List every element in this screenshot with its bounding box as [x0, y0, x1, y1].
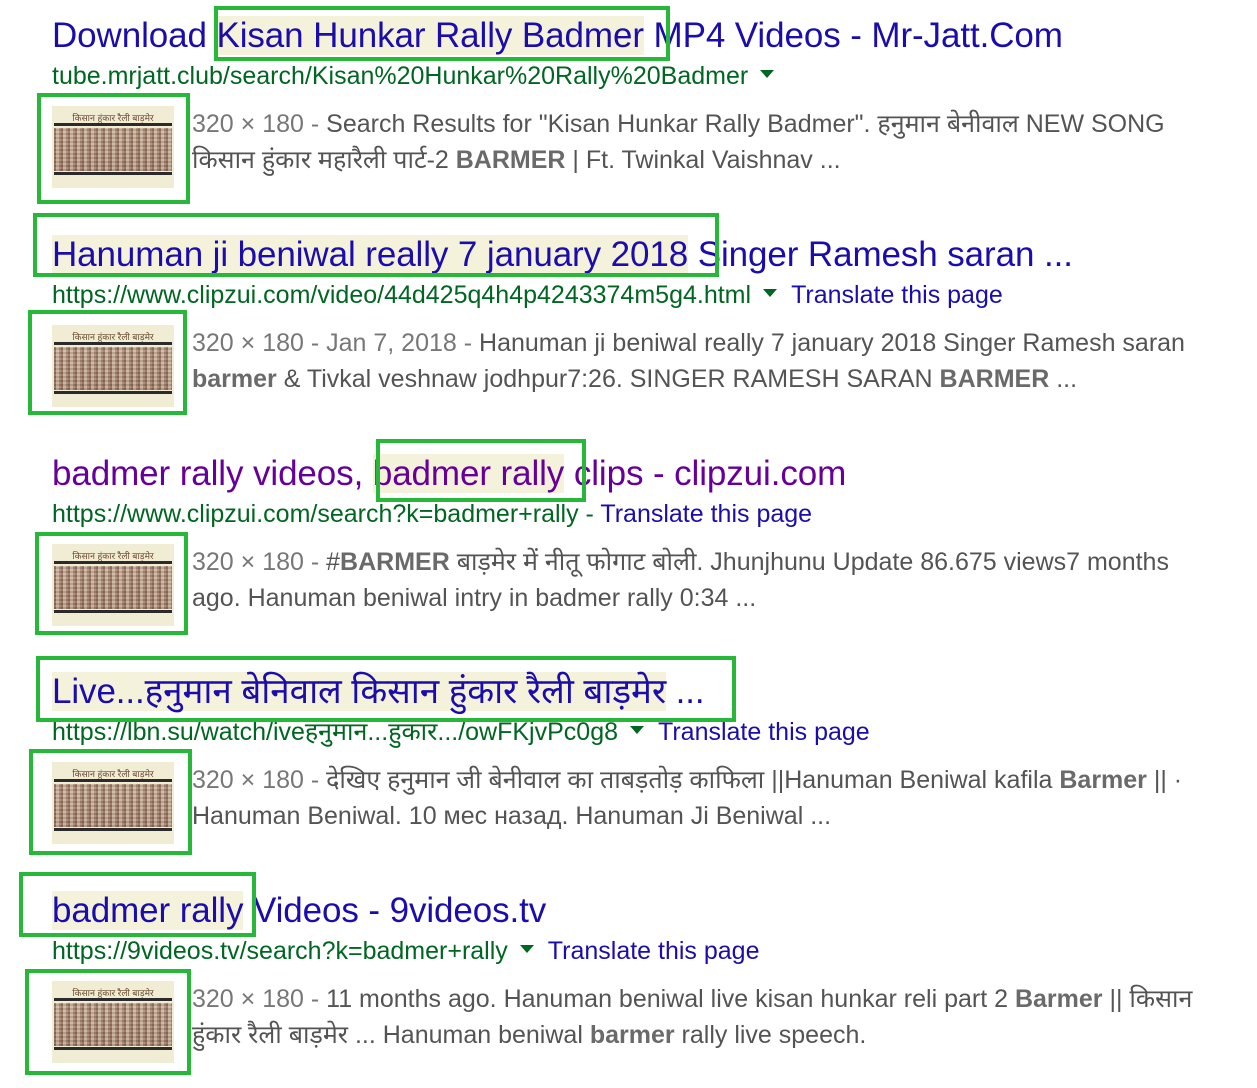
- snippet-text: Hanuman ji beniwal really 7 january 2018…: [479, 329, 1185, 357]
- snippet-text: ago. Hanuman beniwal intry in badmer ral…: [192, 584, 757, 612]
- crowd-image: [54, 566, 172, 609]
- snippet-text: #: [326, 548, 341, 576]
- url-dropdown-caret-icon[interactable]: [760, 70, 775, 79]
- result-title-link[interactable]: Download Kisan Hunkar Rally Badmer MP4 V…: [52, 14, 1063, 58]
- result-url: https://www.clipzui.com/search?k=badmer+…: [52, 500, 579, 528]
- snippet-text: देखिए हनुमान जी बेनीवाल का ताबड़तोड़ काफ…: [326, 766, 1060, 794]
- result-url: tube.mrjatt.club/search/Kisan%20Hunkar%2…: [52, 62, 749, 90]
- result-url: https://www.clipzui.com/video/44d425q4h4…: [52, 281, 752, 309]
- result-url-line: https://9videos.tv/search?k=badmer+rally…: [52, 934, 760, 968]
- title-prefix: Download: [52, 16, 217, 55]
- result-url-line: https://lbn.su/watch/iveहनुमान...हुंकार.…: [52, 715, 870, 749]
- result-snippet: 320 × 180 - Search Results for "Kisan Hu…: [192, 106, 1257, 178]
- title-prefix: badmer rally videos,: [52, 454, 373, 493]
- translate-link[interactable]: Translate this page: [658, 718, 870, 746]
- result-snippet: 320 × 180 - देखिए हनुमान जी बेनीवाल का त…: [192, 762, 1257, 834]
- result-url-line: https://www.clipzui.com/video/44d425q4h4…: [52, 278, 1003, 312]
- snippet-bold: Barmer: [1059, 766, 1147, 794]
- result-url: https://9videos.tv/search?k=badmer+rally: [52, 937, 508, 965]
- url-separator: -: [578, 500, 601, 528]
- result-snippet: 320 × 180 - Jan 7, 2018 - Hanuman ji ben…: [192, 325, 1257, 397]
- video-thumbnail[interactable]: किसान हुंकार रैली बाड़मेर: [52, 106, 174, 188]
- snippet-bold: BARMER: [455, 146, 566, 174]
- url-dropdown-caret-icon[interactable]: [763, 289, 778, 298]
- title-suffix: Videos - 9videos.tv: [243, 891, 547, 930]
- result-url: https://lbn.su/watch/iveहनुमान...हुंकार.…: [52, 718, 618, 746]
- result-title-link[interactable]: Hanuman ji beniwal really 7 january 2018…: [52, 233, 1073, 277]
- snippet-text: हुंकार रैली बाड़मेर ... Hanuman beniwal: [192, 1021, 590, 1049]
- snippet-text: Hanuman Beniwal. 10 мес назад. Hanuman J…: [192, 802, 832, 830]
- video-thumbnail[interactable]: किसान हुंकार रैली बाड़मेर: [52, 762, 174, 844]
- translate-link[interactable]: Translate this page: [600, 500, 812, 528]
- title-highlight: Kisan Hunkar Rally Badmer: [216, 16, 644, 55]
- snippet-meta: 320 × 180 - Jan 7, 2018 -: [192, 329, 480, 357]
- snippet-meta: 320 × 180 -: [192, 110, 327, 138]
- title-suffix: MP4 Videos - Mr-Jatt.Com: [643, 16, 1063, 55]
- result-url-line: https://www.clipzui.com/search?k=badmer+…: [52, 497, 812, 531]
- result-title-link[interactable]: badmer rally videos, badmer rally clips …: [52, 452, 846, 496]
- crowd-image: [54, 784, 172, 827]
- title-highlight: Live...हनुमान बेनिवाल किसान हुंकार रैली …: [52, 672, 667, 711]
- result-url-line: tube.mrjatt.club/search/Kisan%20Hunkar%2…: [52, 59, 782, 93]
- result-title-link[interactable]: Live...हनुमान बेनिवाल किसान हुंकार रैली …: [52, 670, 705, 714]
- snippet-bold: BARMER: [939, 365, 1050, 393]
- snippet-meta: 320 × 180 -: [192, 985, 327, 1013]
- translate-link[interactable]: Translate this page: [791, 281, 1003, 309]
- video-thumbnail[interactable]: किसान हुंकार रैली बाड़मेर: [52, 981, 174, 1063]
- snippet-meta: 320 × 180 -: [192, 766, 327, 794]
- crowd-image: [54, 128, 172, 171]
- video-thumbnail[interactable]: किसान हुंकार रैली बाड़मेर: [52, 544, 174, 626]
- title-highlight: badmer rally: [372, 454, 565, 493]
- url-dropdown-caret-icon[interactable]: [519, 945, 534, 954]
- result-title-link[interactable]: badmer rally Videos - 9videos.tv: [52, 889, 546, 933]
- snippet-text: 11 months ago. Hanuman beniwal live kisa…: [326, 985, 1015, 1013]
- snippet-text: | Ft. Twinkal Vaishnav ...: [565, 146, 841, 174]
- snippet-bold: BARMER: [340, 548, 450, 576]
- snippet-text: || किसान: [1102, 985, 1193, 1013]
- snippet-text: & Tivkal veshnaw jodhpur7:26. SINGER RAM…: [276, 365, 940, 393]
- snippet-meta: 320 × 180 -: [192, 548, 327, 576]
- title-suffix: ...: [666, 672, 705, 711]
- snippet-text: || ·: [1146, 766, 1183, 794]
- snippet-text: ...: [1049, 365, 1078, 393]
- snippet-bold: barmer: [589, 1021, 675, 1049]
- translate-link[interactable]: Translate this page: [548, 937, 760, 965]
- url-dropdown-caret-icon[interactable]: [630, 726, 644, 735]
- title-suffix: Singer Ramesh saran ...: [688, 235, 1073, 274]
- snippet-text: Search Results for "Kisan Hunkar Rally B…: [326, 110, 1165, 138]
- snippet-text: किसान हुंकार महारैली पार्ट-2: [192, 146, 456, 174]
- title-highlight: Hanuman ji beniwal really 7 january 2018: [52, 235, 689, 274]
- title-highlight: badmer rally: [52, 891, 244, 930]
- title-suffix: clips - clipzui.com: [564, 454, 847, 493]
- snippet-text: rally live speech.: [674, 1021, 867, 1049]
- snippet-bold: Barmer: [1014, 985, 1103, 1013]
- result-snippet: 320 × 180 - #BARMER बाड़मेर में नीतू फोग…: [192, 544, 1257, 616]
- snippet-text: बाड़मेर में नीतू फोगाट बोली. Jhunjhunu U…: [449, 548, 1169, 576]
- snippet-bold: barmer: [192, 365, 277, 393]
- video-thumbnail[interactable]: किसान हुंकार रैली बाड़मेर: [52, 325, 174, 407]
- crowd-image: [54, 1003, 172, 1046]
- result-snippet: 320 × 180 - 11 months ago. Hanuman beniw…: [192, 981, 1257, 1053]
- crowd-image: [54, 347, 172, 390]
